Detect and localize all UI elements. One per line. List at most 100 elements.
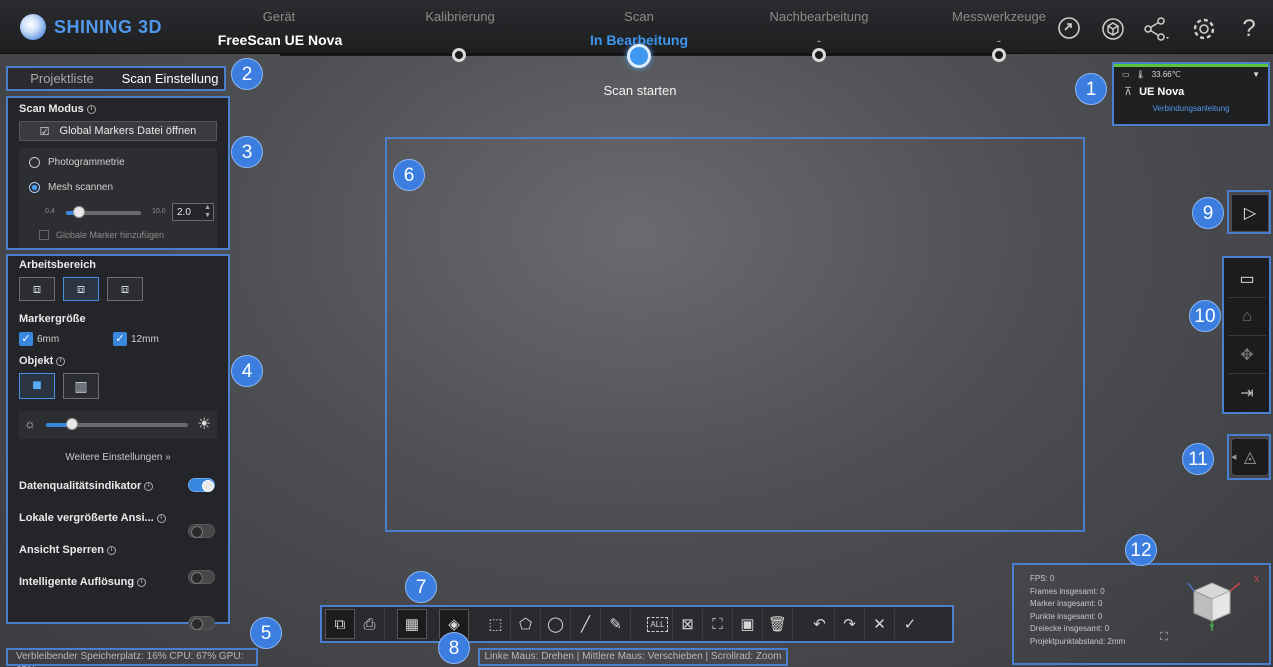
info-icon[interactable]: i [137,577,147,587]
global-marker-add-option[interactable]: Globale Marker hinzufügen [39,230,164,240]
printer-icon: ⎙ [363,615,376,633]
share-icon[interactable] [1142,16,1169,42]
deselect-icon: ⊠ [681,616,694,633]
cancel-button[interactable]: ✕ [865,609,895,639]
open-global-markers-label: Global Markers Datei öffnen [59,125,197,137]
photogrammetry-radio[interactable] [29,157,40,168]
play-icon: ▷ [1243,205,1257,222]
open-global-markers-button[interactable]: ☑ Global Markers Datei öffnen [19,121,217,141]
marker-12mm-option[interactable]: ✓ 12mm [113,332,159,346]
cube-small-icon: ⧈ [32,281,42,296]
quality-indicator-toggle[interactable] [188,478,215,492]
step-dot-calibration[interactable] [452,48,466,62]
scan-viewport[interactable] [385,137,1085,532]
info-icon[interactable]: i [144,481,154,491]
step-label-scan[interactable]: Scan [559,9,719,24]
expand-left-icon[interactable]: ◀ [1231,453,1236,461]
smart-resolution-label: Intelligente Auflösung i [19,576,147,588]
puzzle-icon: ✥ [1240,346,1254,364]
clean-button[interactable]: ⌂ [1228,298,1266,336]
lasso-select-button[interactable]: ◯ [541,609,571,639]
info-icon[interactable]: i [106,545,116,555]
scan-mode-options: Photogrammetrie Mesh scannen 0.4 10.0 2.… [19,148,217,248]
tab-scan-settings[interactable]: Scan Einstellung [116,68,224,89]
step-dot-measure[interactable] [992,48,1006,62]
polygon-select-button[interactable]: ⬠ [511,609,541,639]
step-dot-scan[interactable] [627,44,651,68]
local-zoom-toggle[interactable] [188,524,215,538]
workspace-small-button[interactable]: ⧈ [19,277,55,301]
photogrammetry-option[interactable]: Photogrammetrie [29,157,125,168]
link-icon[interactable] [1056,16,1082,42]
more-settings-link[interactable]: Weitere Einstellungen » [8,452,228,463]
striped-cube-icon: ▥ [74,377,88,394]
step-label-measure[interactable]: Messwerkzeuge [919,9,1079,24]
deselect-button[interactable]: ⊠ [673,609,703,639]
delete-selection-button[interactable]: 🗑 [763,609,793,639]
layers-icon: ◈ [448,616,460,633]
polygon-select-icon: ⬠ [518,616,533,633]
workspace-large-button[interactable]: ⧈ [107,277,143,301]
workspace-medium-button[interactable]: ⧈ [63,277,99,301]
connection-guide-link[interactable]: Verbindungsanleitung [1114,101,1268,113]
info-icon[interactable]: i [56,356,66,366]
mouse-hint: Linke Maus: Drehen | Mittlere Maus: Vers… [478,648,788,666]
redo-button[interactable]: ↷ [835,609,865,639]
help-icon[interactable]: ? [1236,16,1262,42]
trash-icon: 🗑 [767,616,788,633]
info-icon[interactable]: i [86,104,96,114]
marker-6mm-checkbox[interactable]: ✓ [19,332,33,346]
marker-12mm-checkbox[interactable]: ✓ [113,332,127,346]
chevron-down-icon: » [165,452,171,463]
stepper-icon[interactable]: ▲ ▼ [204,204,213,220]
scan-layer-button[interactable]: ⎙ [355,609,385,639]
close-icon: ✕ [873,616,886,633]
confirm-button[interactable]: ✓ [895,609,925,639]
rect-select-button[interactable]: ⬚ [481,609,511,639]
tripod-icon: ⊼ [1124,86,1133,98]
stat-spacing: Projektpunktabstand: 2mm [1030,636,1126,646]
brightness-row: ☼ ☀ [19,411,217,439]
line-select-button[interactable]: ╱ [571,609,601,639]
step-label-device[interactable]: Gerät [199,9,359,24]
badge-11: 11 [1182,443,1214,475]
start-scan-button[interactable]: ▷ [1231,194,1269,232]
lock-view-toggle[interactable] [188,570,215,584]
window-button[interactable]: ▭ [1228,260,1266,298]
view-mode-button[interactable]: ⧉ [325,609,355,639]
step-label-calibration[interactable]: Kalibrierung [380,9,540,24]
lasso-icon: ◯ [547,616,564,633]
undo-button[interactable]: ↶ [805,609,835,639]
info-icon[interactable]: i [156,513,166,523]
smart-resolution-toggle[interactable] [188,616,215,630]
axis-y-label: Y [1209,623,1215,632]
point-distance-input[interactable]: 2.0 ▲ ▼ [172,203,214,221]
object-dark-button[interactable]: ▥ [63,373,99,399]
marker-6mm-option[interactable]: ✓ 6mm [19,332,59,346]
plugin-button[interactable]: ✥ [1228,336,1266,374]
mesh-scan-option[interactable]: Mesh scannen [29,182,113,193]
grid-view-button[interactable]: ▦ [397,609,427,639]
brightness-knob[interactable] [65,418,78,430]
mesh-view-button[interactable]: ◬ [1231,438,1269,476]
model-icon[interactable] [1100,16,1126,42]
brush-select-button[interactable]: ✎ [601,609,631,639]
side-tools: ▭ ⌂ ✥ ⇥ [1222,256,1271,414]
invert-select-button[interactable]: ⛶ [703,609,733,639]
export-button[interactable]: ⇥ [1228,374,1266,412]
select-all-button[interactable]: ALL [643,609,673,639]
device-dropdown-icon[interactable]: ▼ [1252,70,1260,79]
point-distance-knob[interactable] [72,206,85,218]
point-distance-slider[interactable] [66,206,141,218]
mesh-scan-radio[interactable] [29,182,40,193]
step-label-postprocessing[interactable]: Nachbearbeitung [739,9,899,24]
tab-project-list[interactable]: Projektliste [8,68,116,89]
connected-select-button[interactable]: ▣ [733,609,763,639]
fit-view-icon[interactable]: ⛶ [1160,631,1168,644]
brightness-high-icon: ☀ [197,416,212,433]
settings-icon[interactable] [1191,16,1217,42]
step-dot-postprocessing[interactable] [812,48,826,62]
global-marker-checkbox[interactable] [39,230,49,240]
object-normal-button[interactable]: ■ [19,373,55,399]
brightness-slider[interactable] [46,418,188,430]
